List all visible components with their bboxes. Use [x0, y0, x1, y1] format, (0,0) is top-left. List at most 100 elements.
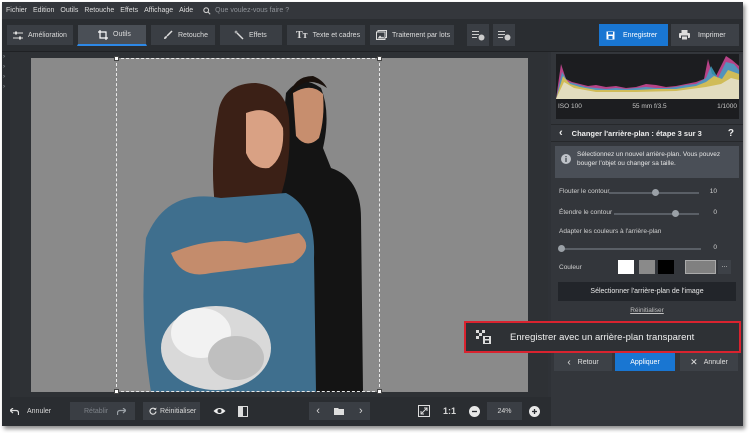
tab-effects[interactable]: Effets [219, 24, 283, 46]
panel-reset-link[interactable]: Réinitialiser [551, 307, 743, 314]
color-label: Couleur [559, 264, 582, 271]
chevron-left-icon[interactable]: ‹ [316, 405, 320, 417]
back-label: Retour [577, 358, 599, 366]
menu-help[interactable]: Aide [179, 7, 193, 14]
ratio-label: 1:1 [443, 406, 457, 416]
redo-label: Rétablir [84, 407, 109, 415]
undo-icon [10, 407, 19, 415]
help-icon[interactable]: ? [728, 128, 734, 139]
menu-view[interactable]: Affichage [144, 7, 173, 14]
crop-handle[interactable] [114, 56, 119, 61]
swatch-gray[interactable] [639, 260, 655, 274]
queue-settings-button[interactable] [493, 24, 515, 46]
cancel-label: Annuler [703, 358, 728, 366]
zoom-level[interactable]: 24% [487, 402, 522, 420]
apply-button[interactable]: Appliquer [615, 353, 675, 371]
chevron-right-icon[interactable]: › [359, 405, 363, 417]
blur-edge-label: Flouter le contour [559, 188, 610, 195]
tab-text-frames-label: Texte et cadres [312, 31, 361, 39]
cancel-button[interactable]: ✕ Annuler [680, 353, 738, 371]
crop-handle[interactable] [114, 389, 119, 394]
blur-edge-knob[interactable] [652, 189, 660, 196]
menu-tools[interactable]: Outils [60, 7, 78, 14]
menu-effects[interactable]: Effets [120, 7, 138, 14]
select-background-image-button[interactable]: Sélectionner l'arrière-plan de l'image [558, 282, 736, 301]
adapt-colors-knob[interactable] [557, 245, 565, 252]
adapt-colors-slider[interactable] [561, 248, 701, 250]
tab-batch[interactable]: Traitement par lots [369, 24, 455, 46]
app-window: Fichier Edition Outils Retouche Effets A… [2, 2, 743, 426]
crop-handle[interactable] [377, 389, 382, 394]
refresh-icon [149, 407, 157, 415]
navigation-group: ‹ › [309, 402, 370, 420]
reset-button[interactable]: Réinitialiser [143, 402, 200, 420]
save-label: Enregistrer [623, 31, 658, 39]
fit-screen-button[interactable] [418, 402, 430, 420]
menu-edit[interactable]: Edition [33, 7, 54, 14]
main-toolbar: Amélioration Outils Retouche Effets Tт T… [2, 19, 743, 52]
iso-value: ISO 100 [558, 103, 582, 110]
back-button[interactable]: ‹ Retour [554, 353, 612, 371]
shutter-value: 1/1000 [717, 103, 737, 110]
floppy-icon [606, 31, 615, 39]
extend-edge-knob[interactable] [671, 210, 679, 217]
tab-enhance[interactable]: Amélioration [6, 24, 74, 46]
panel-title: Changer l'arrière-plan : étape 3 sur 3 [571, 128, 702, 138]
tab-retouch-label: Retouche [178, 31, 208, 39]
redo-button[interactable]: Rétablir [70, 402, 135, 420]
text-icon: Tт [296, 29, 308, 41]
search-box[interactable]: Que voulez-vous faire ? [203, 6, 289, 15]
folder-icon[interactable] [334, 407, 345, 415]
more-colors-label: ... [721, 262, 728, 269]
zoom-out-button[interactable] [469, 402, 480, 420]
extend-edge-value: 0 [713, 209, 717, 216]
left-panel-strip[interactable]: › › › › [2, 52, 10, 397]
save-transparent-label: Enregistrer avec un arrière-plan transpa… [510, 331, 695, 343]
add-to-queue-button[interactable] [467, 24, 489, 46]
redo-icon [117, 407, 127, 415]
menu-retouch[interactable]: Retouche [84, 7, 114, 14]
crop-handle[interactable] [377, 56, 382, 61]
chevron-right-icon: › [3, 74, 5, 80]
custom-color-well[interactable] [685, 260, 716, 274]
zoom-out-icon [469, 405, 480, 417]
printer-icon [679, 30, 690, 40]
panel-footer: ‹ Retour Appliquer ✕ Annuler [551, 353, 743, 373]
bottom-toolbar: Annuler Rétablir Réinitialiser ‹ › 1:1 2… [2, 397, 551, 426]
info-text: Sélectionnez un nouvel arrière-plan. Vou… [577, 151, 721, 167]
undo-button[interactable]: Annuler [10, 402, 51, 420]
close-icon: ✕ [690, 356, 698, 367]
save-transparent-button[interactable]: Enregistrer avec un arrière-plan transpa… [464, 321, 741, 353]
zoom-in-button[interactable] [529, 402, 540, 420]
back-arrow-icon[interactable]: ‹ [559, 127, 563, 139]
undo-label: Annuler [27, 407, 52, 415]
swatch-white[interactable] [618, 260, 634, 274]
chevron-right-icon: › [3, 64, 5, 70]
adapt-colors-label: Adapter les couleurs à l'arrière-plan [559, 228, 662, 235]
crop-frame[interactable] [114, 56, 382, 394]
extend-edge-slider[interactable] [614, 213, 699, 215]
split-view-icon [238, 405, 248, 417]
save-button[interactable]: Enregistrer [599, 24, 668, 46]
tab-text-frames[interactable]: Tт Texte et cadres [286, 24, 366, 46]
tab-retouch[interactable]: Retouche [150, 24, 216, 46]
menu-bar: Fichier Edition Outils Retouche Effets A… [2, 2, 743, 19]
menu-file[interactable]: Fichier [6, 7, 27, 14]
swatch-black[interactable] [658, 260, 674, 274]
actual-size-button[interactable]: 1:1 [443, 402, 456, 420]
more-colors-button[interactable]: ... [718, 260, 731, 274]
preview-toggle[interactable] [213, 402, 226, 420]
info-box: Sélectionnez un nouvel arrière-plan. Vou… [555, 146, 739, 178]
eye-icon [213, 408, 226, 414]
zoom-in-icon [529, 405, 540, 417]
adapt-colors-value: 0 [713, 244, 717, 251]
tab-batch-label: Traitement par lots [392, 31, 451, 39]
crop-icon [98, 29, 108, 40]
histogram-graph [556, 56, 739, 99]
right-sidebar: ISO 100 55 mm f/3.5 1/1000 ‹ Changer l'a… [551, 52, 743, 426]
compare-button[interactable] [238, 402, 248, 420]
print-button[interactable]: Imprimer [671, 24, 739, 46]
lens-value: 55 mm f/3.5 [632, 103, 667, 110]
chevron-right-icon: › [3, 54, 5, 60]
tab-tools[interactable]: Outils [77, 24, 147, 46]
